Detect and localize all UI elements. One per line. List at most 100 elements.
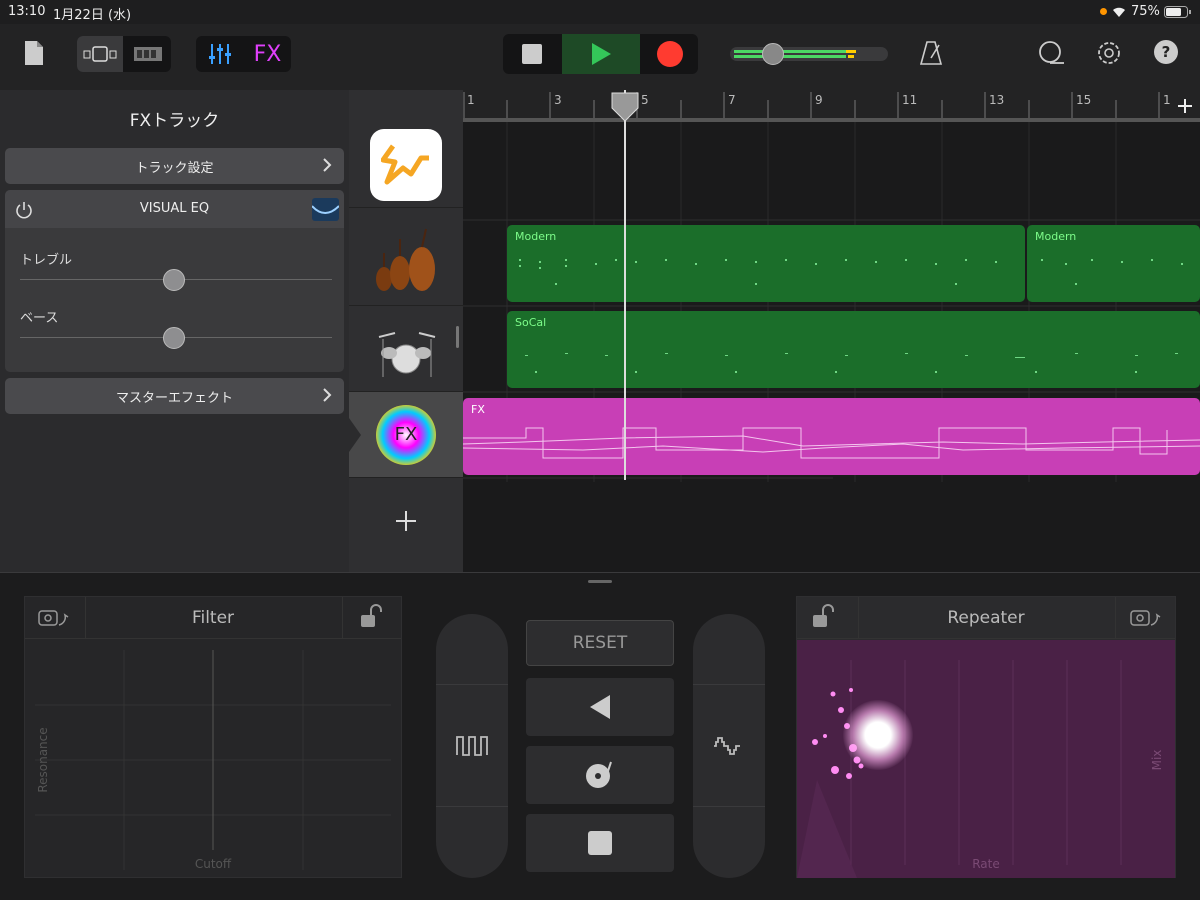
status-bar: 13:10 1月22日 (水) 75% <box>0 0 1200 24</box>
gate-pill[interactable] <box>436 614 508 878</box>
track-header-drums[interactable] <box>349 306 463 392</box>
stop-square-icon <box>588 831 612 855</box>
record-icon <box>656 41 683 67</box>
rate-axis-label: Rate <box>972 857 1000 871</box>
battery-icon <box>1164 6 1191 18</box>
treble-knob[interactable] <box>163 269 185 291</box>
repeater-title: Repeater <box>947 607 1025 628</box>
toolbar: FX ? <box>0 24 1200 90</box>
chevron-right-icon <box>323 388 332 402</box>
tracks-view-icon[interactable] <box>77 36 123 72</box>
status-time: 13:10 <box>8 4 46 19</box>
track-header-fx[interactable]: FX <box>349 392 463 478</box>
play-icon <box>592 43 611 65</box>
plus-icon <box>1178 99 1192 113</box>
stop-icon <box>522 44 542 64</box>
volume-knob[interactable] <box>762 43 784 65</box>
region-label: FX <box>471 403 485 416</box>
ruler-mark: 1 <box>467 93 475 107</box>
ruler-mark: 7 <box>728 93 736 107</box>
ruler-mark: 3 <box>554 93 562 107</box>
transport-group <box>503 34 698 74</box>
master-volume-slider[interactable] <box>730 43 888 65</box>
filter-xy-grid[interactable] <box>25 640 401 878</box>
bass-label: ベース <box>20 311 59 326</box>
track-settings-button[interactable]: トラック設定 <box>5 148 344 184</box>
region-fx[interactable]: FX <box>463 398 1200 475</box>
master-effects-button[interactable]: マスターエフェクト <box>5 378 344 414</box>
reset-button[interactable]: RESET <box>526 620 674 666</box>
mix-axis-label: Mix <box>1150 749 1164 771</box>
playhead[interactable] <box>624 90 626 480</box>
document-icon[interactable] <box>20 38 48 68</box>
orange-dot-icon <box>1100 8 1107 15</box>
drum-hits <box>525 353 1178 373</box>
ruler-mark: 15 <box>1076 93 1092 107</box>
battery-percent: 75% <box>1131 4 1160 19</box>
unlock-icon[interactable] <box>359 603 385 631</box>
filter-header: Filter <box>25 597 401 639</box>
square-wave-icon <box>456 736 488 756</box>
stop-button[interactable] <box>503 34 561 74</box>
reverse-play-icon <box>590 695 610 719</box>
region-modern[interactable]: Modern <box>507 225 1025 302</box>
visual-eq-title: VISUAL EQ <box>139 201 210 216</box>
reverse-button[interactable] <box>526 678 674 736</box>
midi-notes <box>519 259 997 285</box>
mixer-icon[interactable] <box>196 36 243 72</box>
chevron-right-icon <box>323 158 332 172</box>
automation-curves <box>463 427 1200 459</box>
loop-icon[interactable] <box>1036 38 1066 68</box>
repeater-pad: Repeater Rate Mix <box>796 596 1176 878</box>
repeater-touch-point[interactable] <box>843 700 913 770</box>
region-label: Modern <box>1035 230 1077 243</box>
metronome-icon[interactable] <box>917 38 945 68</box>
add-track-button[interactable] <box>349 478 463 564</box>
fx-select-icon[interactable] <box>37 605 71 631</box>
downsampler-pill[interactable] <box>693 614 765 878</box>
eq-curve-icon[interactable] <box>311 198 340 221</box>
track-resize-handle[interactable] <box>456 326 459 348</box>
track-headers: FX <box>349 90 463 572</box>
filter-title: Filter <box>191 607 235 628</box>
play-button[interactable] <box>562 34 640 74</box>
selected-track-indicator <box>349 418 361 452</box>
ruler[interactable]: 1 3 5 7 9 11 13 15 1 <box>463 90 1200 122</box>
turntable-icon <box>586 761 612 788</box>
track-header-live-loops[interactable] <box>349 122 463 208</box>
visual-eq-panel: VISUAL EQ トレブル ベース <box>5 190 344 372</box>
tape-stop-button[interactable] <box>526 814 674 872</box>
ruler-mark: 9 <box>815 93 823 107</box>
fx-button[interactable]: FX <box>244 36 291 72</box>
panel-title: FXトラック <box>129 111 220 131</box>
record-button[interactable] <box>641 34 698 74</box>
filter-pad: Filter Cutoff Resonance <box>24 596 402 878</box>
plus-icon <box>396 511 416 531</box>
ruler-mark: 5 <box>641 93 649 107</box>
fx-controls: Filter Cutoff Resonance RESET Repeater R… <box>0 572 1200 900</box>
help-icon[interactable]: ? <box>1154 40 1178 64</box>
region-socal[interactable]: SoCal <box>507 311 1200 388</box>
treble-label: トレブル <box>20 253 73 268</box>
fx-track-icon: FX <box>376 404 436 465</box>
unlock-icon[interactable] <box>811 603 837 631</box>
playhead-handle[interactable] <box>611 92 639 122</box>
bass-knob[interactable] <box>163 327 185 349</box>
ruler-mark: 1 <box>1163 93 1171 107</box>
live-loops-app-icon <box>370 128 442 201</box>
add-section-button[interactable] <box>1173 94 1197 118</box>
ruler-mark: 13 <box>989 93 1005 107</box>
view-toggle-group <box>77 36 171 72</box>
fx-select-icon[interactable] <box>1129 605 1163 631</box>
live-loops-icon[interactable] <box>125 36 171 72</box>
status-date: 1月22日 (水) <box>53 8 132 23</box>
region-modern[interactable]: Modern <box>1027 225 1200 302</box>
resize-grabber[interactable] <box>588 580 612 583</box>
scratch-button[interactable] <box>526 746 674 804</box>
cutoff-axis-label: Cutoff <box>194 857 232 871</box>
track-settings-label: トラック設定 <box>135 160 214 176</box>
stepped-sine-icon <box>714 737 740 755</box>
repeater-xy-area[interactable] <box>797 640 1175 878</box>
settings-icon[interactable] <box>1094 38 1124 68</box>
track-header-strings[interactable] <box>349 220 463 306</box>
